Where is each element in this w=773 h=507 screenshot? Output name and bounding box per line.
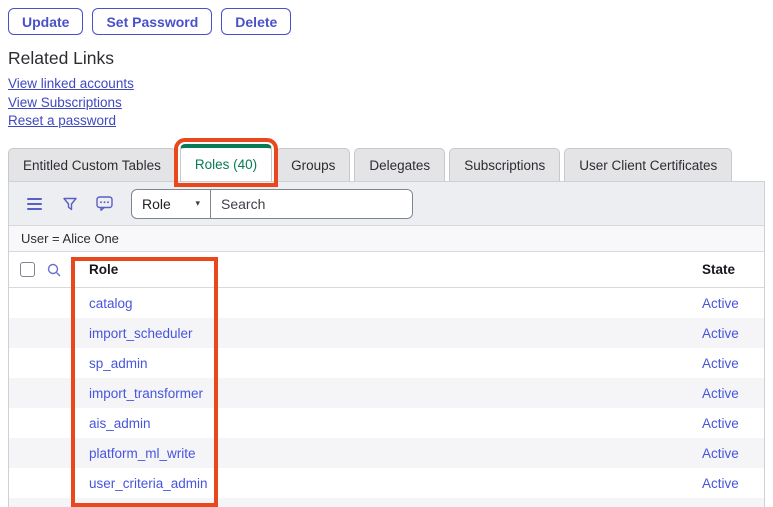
tab-entitled-custom-tables[interactable]: Entitled Custom Tables bbox=[8, 148, 176, 181]
search-combo: Role ▾ bbox=[131, 189, 413, 219]
view-linked-accounts-link[interactable]: View linked accounts bbox=[8, 76, 134, 91]
search-icon[interactable] bbox=[46, 262, 62, 278]
set-password-button[interactable]: Set Password bbox=[92, 8, 212, 35]
table-row: sp_admin Active bbox=[9, 348, 764, 378]
tab-user-client-certificates[interactable]: User Client Certificates bbox=[564, 148, 732, 181]
table-row: import_scheduler Active bbox=[9, 318, 764, 348]
update-button[interactable]: Update bbox=[8, 8, 83, 35]
related-lists-tab-strip: Entitled Custom Tables Roles (40) Groups… bbox=[0, 144, 773, 181]
select-all-cell bbox=[9, 262, 46, 277]
list-toolbar: Role ▾ bbox=[9, 182, 764, 226]
table-row: platform_ml_write Active bbox=[9, 438, 764, 468]
table-row: catalog Active bbox=[9, 288, 764, 318]
select-all-checkbox[interactable] bbox=[20, 262, 35, 277]
role-link[interactable]: ais_admin bbox=[89, 416, 151, 431]
state-value: Active bbox=[702, 326, 764, 341]
table-row: user_criteria_admin Active bbox=[9, 468, 764, 498]
tab-roles-highlighted[interactable]: Roles (40) bbox=[180, 144, 272, 181]
reset-a-password-link[interactable]: Reset a password bbox=[8, 113, 116, 128]
search-column-value: Role bbox=[142, 196, 171, 212]
roles-list-panel: Role ▾ User = Alice One Role State catal… bbox=[8, 181, 765, 507]
related-links-heading: Related Links bbox=[8, 48, 773, 69]
state-value: Active bbox=[702, 446, 764, 461]
chevron-down-icon: ▾ bbox=[195, 198, 200, 209]
table-header-row: Role State bbox=[9, 252, 764, 288]
tab-delegates[interactable]: Delegates bbox=[354, 148, 445, 181]
search-column-select[interactable]: Role ▾ bbox=[132, 190, 211, 218]
breadcrumb-row: User = Alice One bbox=[9, 226, 764, 252]
next-row-partial bbox=[9, 498, 764, 507]
state-value: Active bbox=[702, 416, 764, 431]
table-row: ais_admin Active bbox=[9, 408, 764, 438]
tab-groups[interactable]: Groups bbox=[276, 148, 350, 181]
table-row: import_transformer Active bbox=[9, 378, 764, 408]
filter-icon[interactable] bbox=[52, 189, 87, 219]
view-subscriptions-link[interactable]: View Subscriptions bbox=[8, 95, 122, 110]
role-link[interactable]: import_transformer bbox=[89, 386, 203, 401]
role-link[interactable]: platform_ml_write bbox=[89, 446, 196, 461]
state-value: Active bbox=[702, 296, 764, 311]
search-input[interactable] bbox=[211, 190, 412, 218]
column-search-cell bbox=[46, 262, 79, 278]
state-column-header[interactable]: State bbox=[702, 262, 764, 277]
tab-subscriptions[interactable]: Subscriptions bbox=[449, 148, 560, 181]
action-bar: Update Set Password Delete bbox=[0, 0, 773, 35]
role-column-header[interactable]: Role bbox=[79, 262, 702, 277]
role-link[interactable]: catalog bbox=[89, 296, 133, 311]
state-value: Active bbox=[702, 476, 764, 491]
role-link[interactable]: user_criteria_admin bbox=[89, 476, 208, 491]
delete-button[interactable]: Delete bbox=[221, 8, 291, 35]
menu-icon[interactable] bbox=[17, 189, 52, 219]
chat-icon[interactable] bbox=[87, 189, 122, 219]
breadcrumb[interactable]: User = Alice One bbox=[21, 231, 119, 246]
state-value: Active bbox=[702, 356, 764, 371]
role-link[interactable]: import_scheduler bbox=[89, 326, 193, 341]
state-value: Active bbox=[702, 386, 764, 401]
role-link[interactable]: sp_admin bbox=[89, 356, 148, 371]
